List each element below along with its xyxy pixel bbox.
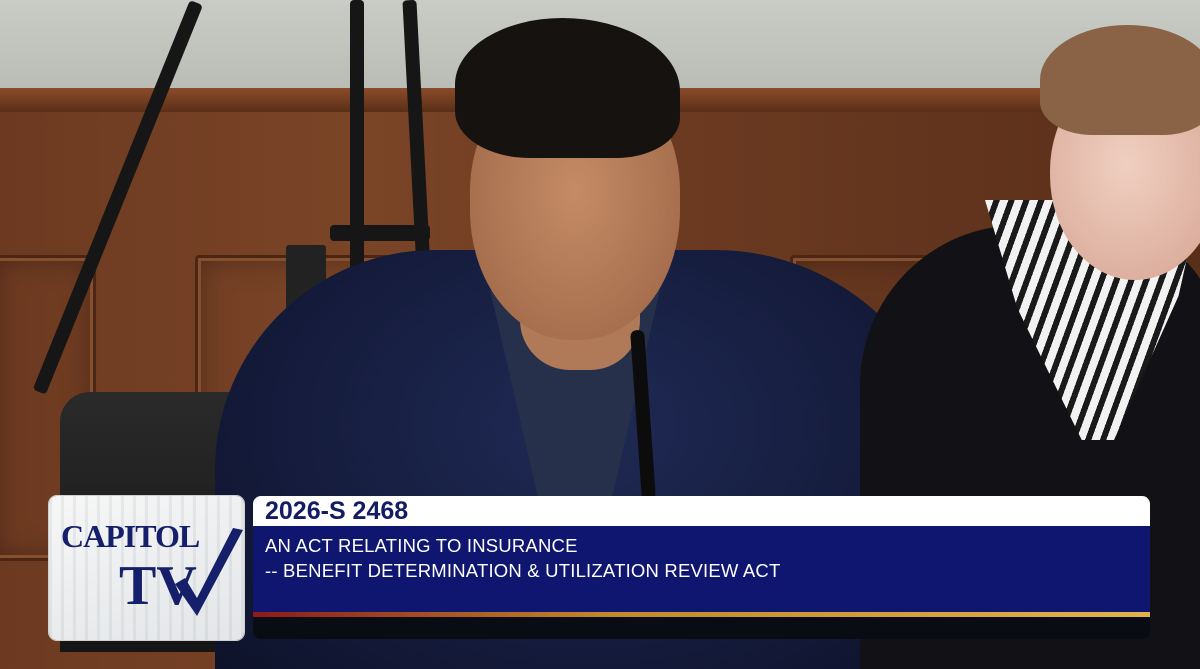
bill-number: 2026-S 2468: [265, 497, 409, 525]
speaker-hair: [455, 18, 680, 158]
bill-description-line-1: AN ACT RELATING TO INSURANCE: [265, 535, 578, 556]
tripod-crossbar: [330, 225, 430, 241]
camera-tripod-leg: [350, 0, 364, 300]
bill-description-panel: AN ACT RELATING TO INSURANCE -- BENEFIT …: [253, 526, 1150, 612]
capitol-tv-logo: CAPITOL TV: [49, 496, 244, 640]
checkmark-icon: [175, 528, 243, 616]
attendee-hair: [1040, 25, 1200, 135]
bill-description-line-2: -- BENEFIT DETERMINATION & UTILIZATION R…: [265, 560, 781, 581]
lower-third-footer: [253, 617, 1150, 639]
bill-title-bar: 2026-S 2468: [253, 496, 1150, 526]
